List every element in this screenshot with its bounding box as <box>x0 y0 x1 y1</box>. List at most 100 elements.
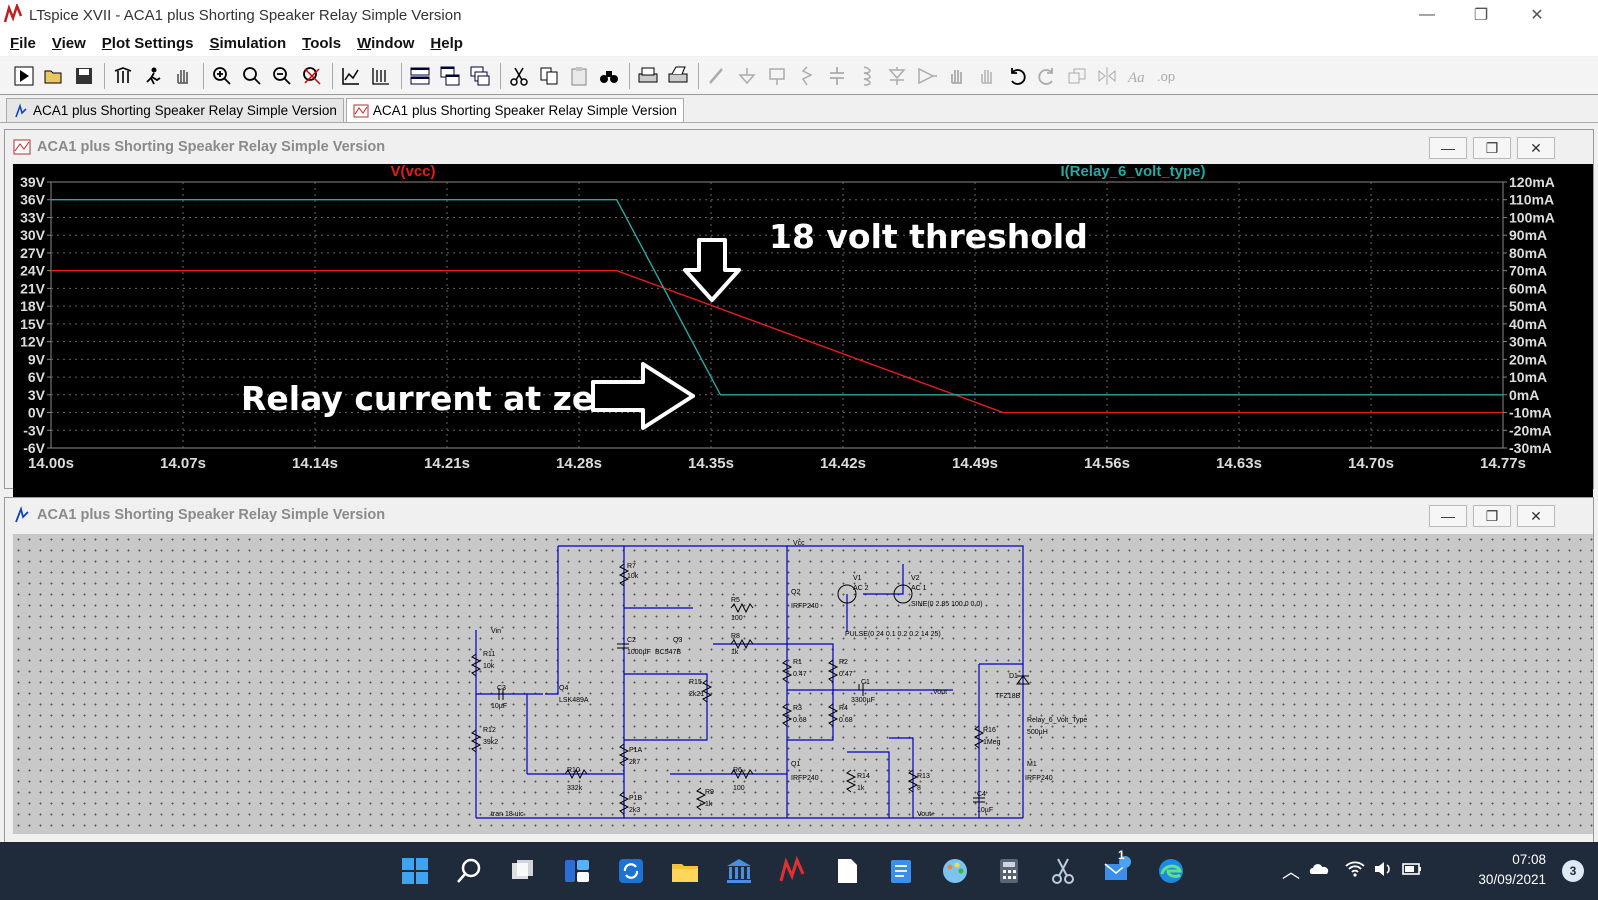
schematic-label: 332k <box>567 785 583 792</box>
toolbar-separator <box>500 62 501 89</box>
paint-icon[interactable] <box>938 854 972 888</box>
control-panel-icon[interactable] <box>109 62 137 90</box>
menu-plot-settings[interactable]: Plot Settings <box>94 35 202 52</box>
autorange-icon[interactable] <box>337 62 365 90</box>
schematic-label: V1 <box>853 575 862 582</box>
save-icon[interactable] <box>70 62 98 90</box>
schematic-label: R14 <box>857 773 870 780</box>
volume-icon[interactable] <box>1372 858 1394 880</box>
y-left-tick-label: 3V <box>28 387 46 403</box>
zoom-in-icon[interactable] <box>208 62 236 90</box>
resistor-icon[interactable] <box>793 62 821 90</box>
rotate-icon[interactable] <box>1063 62 1091 90</box>
schematic-restore-button[interactable]: ❐ <box>1473 505 1511 527</box>
component-icon[interactable] <box>913 62 941 90</box>
mirror-icon[interactable] <box>1093 62 1121 90</box>
open-icon[interactable] <box>40 62 68 90</box>
tile-horizontal-icon[interactable] <box>406 62 434 90</box>
annotation-right-arrow <box>591 362 695 430</box>
y-left-tick-label: -6V <box>23 440 45 456</box>
snipping-tool-icon[interactable] <box>1046 854 1080 888</box>
schematic-minimize-button[interactable]: — <box>1429 505 1467 527</box>
schematic-label: SINE(0 2.85 100 0 0 0) <box>911 601 983 608</box>
toolbar-separator <box>104 62 105 89</box>
schematic-drawing: Vcc Vin R7 10k R5 100 Q2 IRFP240 V1 AC 2 V2 AC 1 SIN… <box>470 540 1087 819</box>
search-icon[interactable] <box>452 854 486 888</box>
schematic-label: 100 <box>733 785 745 792</box>
find-icon[interactable] <box>595 62 623 90</box>
y-right-tick-label: 60mA <box>1509 280 1547 296</box>
text-icon[interactable]: Aa <box>1123 62 1151 90</box>
wire-icon[interactable] <box>703 62 731 90</box>
show-hidden-icons-icon[interactable]: ︿ <box>1282 858 1300 884</box>
document-icon[interactable] <box>830 854 864 888</box>
waveform-restore-button[interactable]: ❐ <box>1473 137 1511 159</box>
schematic-label: 3300µF <box>851 697 875 704</box>
window-close-button[interactable]: ✕ <box>1514 0 1560 30</box>
undo-icon[interactable] <box>1003 62 1031 90</box>
edge-icon[interactable] <box>1154 854 1188 888</box>
tile-vertical-icon[interactable] <box>436 62 464 90</box>
file-explorer-icon[interactable] <box>668 854 702 888</box>
waveform-minimize-button[interactable]: — <box>1429 137 1467 159</box>
tab-schematic[interactable]: ACA1 plus Shorting Speaker Relay Simple … <box>6 98 344 122</box>
windows-start-icon[interactable] <box>398 854 432 888</box>
tab-waveform[interactable]: ACA1 plus Shorting Speaker Relay Simple … <box>345 98 684 122</box>
schematic-label: R7 <box>627 563 636 570</box>
print-icon[interactable] <box>634 62 662 90</box>
menu-window[interactable]: Window <box>349 35 422 52</box>
capacitor-icon[interactable] <box>823 62 851 90</box>
menu-tools[interactable]: Tools <box>294 35 349 52</box>
inductor-icon[interactable] <box>853 62 881 90</box>
mail-icon[interactable] <box>1100 854 1134 888</box>
notification-count-badge[interactable]: 3 <box>1562 860 1584 882</box>
label-icon[interactable] <box>763 62 791 90</box>
annotation-relay-text: Relay current at zero <box>241 379 633 418</box>
menu-help[interactable]: Help <box>422 35 471 52</box>
widgets-icon[interactable] <box>560 854 594 888</box>
copy-icon[interactable] <box>535 62 563 90</box>
spice-directive-icon[interactable]: .op <box>1153 62 1181 90</box>
pan-icon[interactable] <box>169 62 197 90</box>
run-icon[interactable] <box>10 62 38 90</box>
toolbar: Aa .op <box>0 57 1598 95</box>
task-view-icon[interactable] <box>506 854 540 888</box>
drag-icon[interactable] <box>973 62 1001 90</box>
menu-view[interactable]: View <box>44 35 94 52</box>
ground-icon[interactable] <box>733 62 761 90</box>
zoom-fit-icon[interactable] <box>298 62 326 90</box>
zoom-area-icon[interactable] <box>238 62 266 90</box>
window-maximize-button[interactable]: ❐ <box>1458 0 1504 30</box>
schematic-label: 1Meg <box>983 739 1001 746</box>
run-stop-icon[interactable] <box>139 62 167 90</box>
zoom-out-icon[interactable] <box>268 62 296 90</box>
schematic-label: V2 <box>911 575 920 582</box>
calculator-icon[interactable] <box>992 854 1026 888</box>
paste-icon[interactable] <box>565 62 593 90</box>
wire <box>847 751 890 818</box>
bank-icon[interactable] <box>722 854 756 888</box>
move-icon[interactable] <box>943 62 971 90</box>
window-minimize-button[interactable]: — <box>1404 0 1450 30</box>
waveform-plot[interactable]: 14.00s 14.07s 14.14s 14.21s 14.28s 14.35s 14.4… <box>13 164 1593 504</box>
schematic-close-button[interactable]: ✕ <box>1517 505 1555 527</box>
menu-file[interactable]: File <box>2 35 44 52</box>
cut-icon[interactable] <box>505 62 533 90</box>
redo-icon[interactable] <box>1033 62 1061 90</box>
waveform-close-button[interactable]: ✕ <box>1517 137 1555 159</box>
print-setup-icon[interactable] <box>664 62 692 90</box>
schematic-label: R2 <box>839 659 848 666</box>
diode-icon[interactable] <box>883 62 911 90</box>
battery-icon[interactable] <box>1400 858 1424 880</box>
menu-simulation[interactable]: Simulation <box>201 35 294 52</box>
cascade-icon[interactable] <box>466 62 494 90</box>
schematic-label: LSK489A <box>559 697 589 704</box>
ltspice-icon[interactable] <box>776 854 810 888</box>
measure-icon[interactable] <box>367 62 395 90</box>
wifi-icon[interactable] <box>1344 858 1366 880</box>
schematic-canvas[interactable]: Vcc Vin R7 10k R5 100 Q2 IRFP240 V1 AC 2 V2 AC 1 SIN… <box>13 534 1593 834</box>
onedrive-icon[interactable] <box>1308 858 1332 880</box>
sync-icon[interactable] <box>614 854 648 888</box>
system-clock[interactable]: 07:08 30/09/2021 <box>1478 850 1546 890</box>
notepad-icon[interactable] <box>884 854 918 888</box>
